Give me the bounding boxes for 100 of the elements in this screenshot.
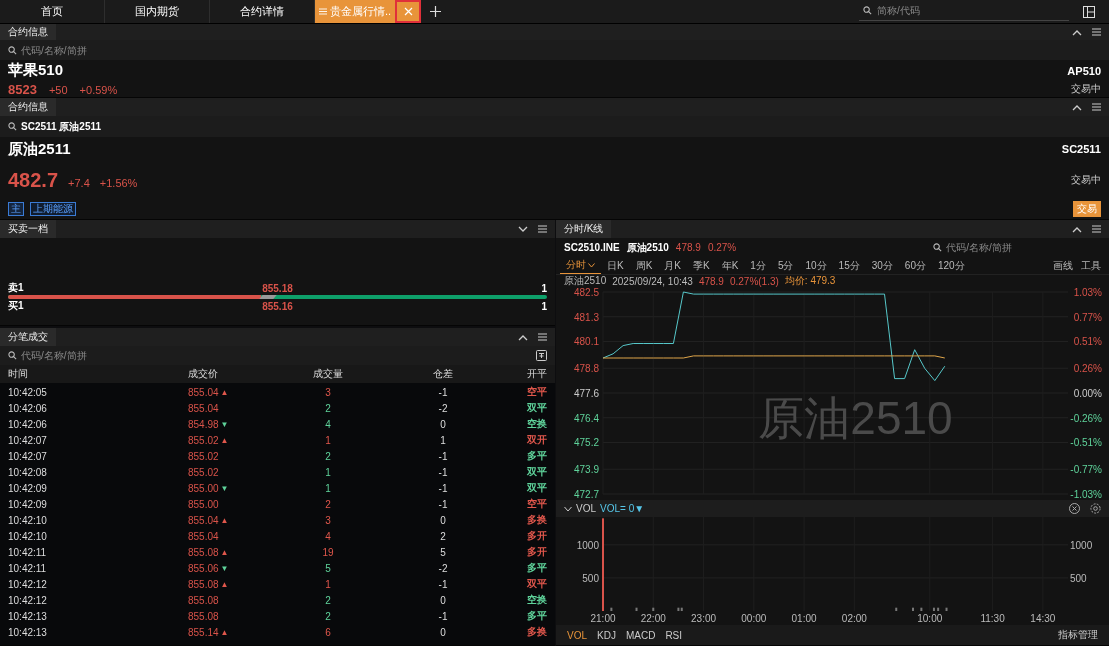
search-icon [863,5,872,15]
layout-icon [1083,5,1095,18]
nav-tab[interactable]: 国内期货 [105,0,210,23]
price-cell: 855.00 [188,498,219,510]
menu-button[interactable] [538,333,547,341]
search-field[interactable]: 代码/名称/简拼 [21,44,1101,56]
open-interest-cell: 1 [440,434,446,446]
nav-tab[interactable]: 首页 [0,0,105,23]
price-cell: 855.08 [188,546,219,558]
period-tab[interactable]: 季K [687,257,716,274]
y-axis-label: 1000 [576,539,599,551]
open-interest-cell: 5 [440,546,446,558]
search-bar[interactable]: 代码/名称/简拼 [0,40,1109,60]
menu-button[interactable] [1092,103,1101,111]
filter-button[interactable] [536,350,547,361]
period-tab[interactable]: 年K [715,257,745,274]
price-cell: 855.14 [188,626,219,638]
tool-button[interactable]: 画线 [1049,257,1077,274]
trade-type-cell: 多开 [527,529,547,543]
period-tab[interactable]: 1分 [744,257,772,274]
collapse-button[interactable] [1072,28,1082,36]
price-cell: 855.04 [188,514,219,526]
caret-icon [588,262,595,268]
close-icon[interactable] [1069,503,1080,514]
search-field[interactable]: SC2511 原油2511 [21,121,1101,132]
indicator-tab[interactable]: VOL [562,629,592,641]
y-axis-label: 481.3 [573,311,599,323]
period-tab[interactable]: 5分 [771,257,800,274]
search-field[interactable]: 代码/名称/简拼 [21,350,532,361]
column-header: 仓差 [433,367,453,381]
expand-button[interactable] [518,225,528,233]
period-tab[interactable]: 60分 [898,257,932,274]
percent-axis-label: 0.00% [1073,388,1102,399]
trade-type-cell: 空换 [527,417,547,431]
collapse-button[interactable] [1072,225,1082,233]
close-tab-button[interactable] [395,0,422,23]
trading-status: 交易中 [1071,82,1101,96]
period-tab[interactable]: 周K [629,257,659,274]
chevron-up-icon [518,333,528,341]
search-field[interactable]: 代码/名称/简拼 [946,242,1084,253]
menu-icon [1092,28,1101,36]
tool-button[interactable]: 工具 [1077,257,1105,274]
period-tab[interactable]: 日K [601,257,630,274]
open-interest-cell: -1 [438,610,448,622]
volume-cell: 1 [325,434,331,446]
search-field[interactable]: 简称/代码 [877,4,1065,16]
period-tab[interactable]: 月K [658,257,687,274]
tick-arrow: ▲ [220,579,229,589]
trade-type-cell: 双平 [527,577,547,591]
search-bar[interactable]: SC2511 原油2511 [0,116,1109,137]
x-axis-label: 00:00 [741,613,767,624]
trade-type-cell: 双开 [527,433,547,447]
indicator-tab[interactable]: KDJ [592,629,621,641]
period-tab[interactable]: 120分 [932,257,971,274]
menu-button[interactable] [538,225,547,233]
volume-cell: 2 [325,402,331,414]
settings-icon[interactable] [1090,503,1101,514]
open-interest-cell: -1 [438,466,448,478]
chevron-down-icon[interactable] [564,505,572,512]
indicator-tab[interactable]: RSI [660,629,688,641]
column-header: 开平 [527,367,547,381]
tick-arrow: ▲ [220,515,229,525]
open-interest-cell: -2 [438,402,448,414]
plus-icon [429,6,441,17]
menu-button[interactable] [1092,28,1101,36]
search-icon [8,45,17,55]
y-axis-label: 477.6 [573,388,599,399]
last-price: 8523 [8,81,37,97]
price-change: +7.4 [68,176,90,189]
open-interest-cell: 0 [440,418,446,430]
x-axis-label: 01:00 [791,613,817,624]
menu-icon [538,225,547,233]
panel-title: 合约信息 [0,24,56,40]
collapse-button[interactable] [1072,103,1082,111]
panel-title: 分笔成交 [0,328,56,346]
price-cell: 855.04 [188,402,219,414]
percent-axis-label: -1.03% [1070,489,1102,500]
y-axis-label: 500 [1070,572,1087,584]
menu-button[interactable] [1092,225,1101,233]
percent-axis-label: 0.77% [1073,311,1102,323]
legend-change: 0.27%(1.3) [729,275,779,287]
period-tab[interactable]: 30分 [865,257,899,274]
indicator-tab[interactable]: MACD [620,629,661,641]
search-bar[interactable]: 代码/名称/简拼 [0,346,555,365]
bid-price: 855.16 [262,300,293,312]
volume-cell: 4 [325,530,331,542]
time-cell: 10:42:12 [8,594,47,606]
y-axis-label: 472.7 [573,489,599,500]
collapse-button[interactable] [518,333,528,341]
open-interest-cell: -1 [438,450,448,462]
period-tab[interactable]: 10分 [799,257,833,274]
time-cell: 10:42:09 [8,482,47,494]
open-interest-cell: -1 [438,482,448,494]
period-tab[interactable]: 分时 [560,257,601,274]
filter-icon [536,350,547,361]
contract-code: SC2511 [1061,143,1101,155]
indicator-manage-button[interactable]: 指标管理 [1053,628,1103,642]
x-axis-label: 22:00 [640,613,666,624]
period-tab[interactable]: 15分 [832,257,866,274]
symbol-name: 原油2510 [626,240,669,255]
